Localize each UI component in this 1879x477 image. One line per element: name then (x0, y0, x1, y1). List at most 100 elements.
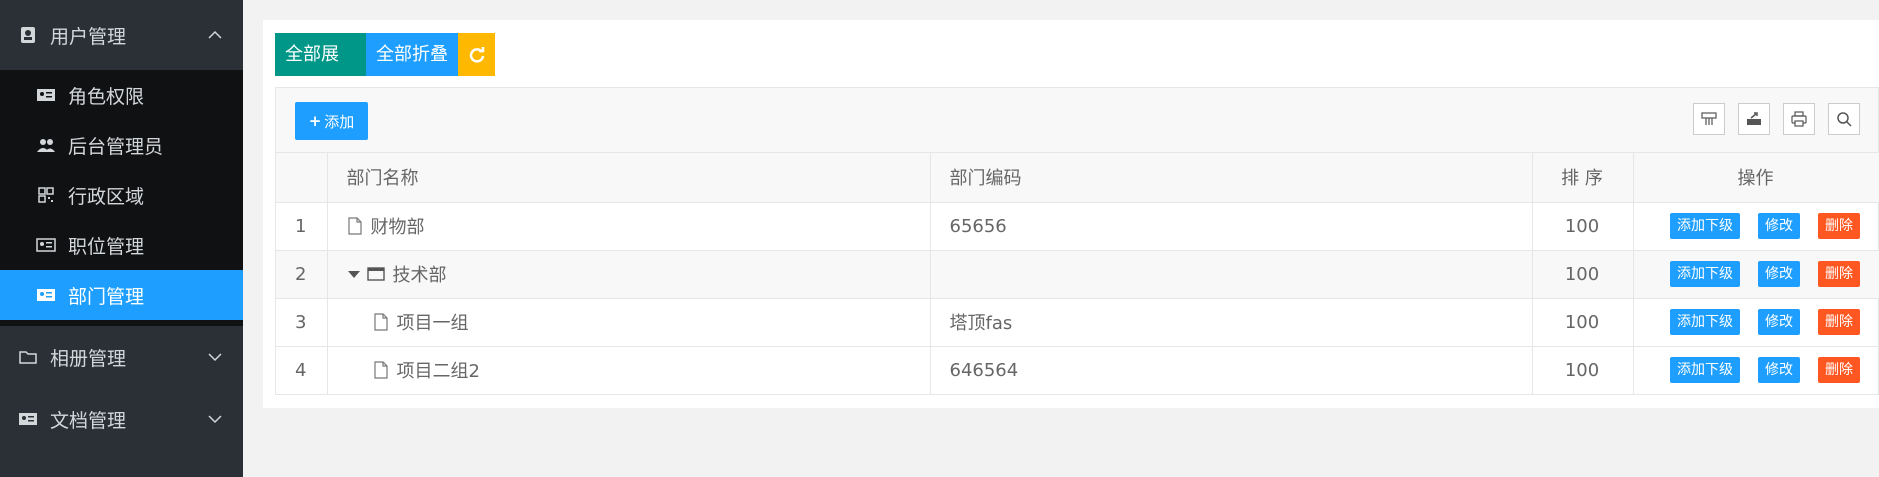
user-card-icon (21, 27, 35, 43)
add-child-button[interactable]: 添加下级 (1670, 213, 1740, 239)
actions-cell: 添加下级 修改 删除 (1633, 346, 1879, 395)
table-row[interactable]: 1 财物部 65656 100 添加下级 修改 删除 (276, 202, 1879, 251)
department-table: 部门名称 部门编码 排 序 操作 1 财物部 65656 100 添加下级 修改… (276, 153, 1879, 395)
department-name-cell: 财物部 (327, 202, 931, 251)
add-child-button[interactable]: 添加下级 (1670, 261, 1740, 287)
nav-group-documents[interactable]: 文档管理 (0, 388, 243, 450)
column-header-sort[interactable]: 排 序 (1532, 153, 1634, 203)
collapse-all-button[interactable]: 全部折叠 (366, 33, 458, 76)
columns-filter-button[interactable] (1693, 103, 1725, 135)
sidebar-item-positions[interactable]: 职位管理 (0, 220, 243, 270)
id-card-icon (19, 413, 37, 425)
department-sort: 100 (1532, 202, 1634, 251)
export-icon (1747, 112, 1761, 125)
main-panel: 全部展开 全部折叠 + 添加 (263, 20, 1879, 408)
id-card-icon (36, 238, 56, 252)
edit-button[interactable]: 修改 (1758, 213, 1800, 239)
add-button-label: 添加 (324, 112, 355, 131)
print-button[interactable] (1783, 103, 1815, 135)
department-name: 技术部 (392, 265, 447, 286)
index-header (276, 153, 328, 203)
nav-group-label: 相册管理 (50, 347, 127, 370)
print-icon (1791, 111, 1807, 127)
department-code: 646564 (930, 346, 1533, 395)
file-icon (373, 313, 388, 331)
row-index: 4 (276, 346, 328, 395)
department-code: 65656 (930, 202, 1533, 251)
row-index: 1 (276, 202, 328, 251)
department-table-container: + 添加 部门名称 部门编码 排 序 操作 1 财物部 65656 100 添加… (275, 87, 1879, 395)
table-row[interactable]: 2 技术部 100 添加下级 修改 删除 (276, 250, 1879, 299)
actions-cell: 添加下级 修改 删除 (1633, 202, 1879, 251)
edit-button[interactable]: 修改 (1758, 357, 1800, 383)
column-header-code[interactable]: 部门编码 (930, 153, 1533, 203)
columns-icon (1701, 112, 1717, 125)
table-row[interactable]: 4 项目二组2 646564 100 添加下级 修改 删除 (276, 346, 1879, 395)
tree-controls: 全部展开 全部折叠 (275, 33, 495, 108)
sidebar-item-regions[interactable]: 行政区域 (0, 170, 243, 220)
row-index: 2 (276, 250, 328, 299)
folder-icon (19, 351, 37, 364)
search-icon (1837, 112, 1852, 127)
sidebar-item-departments[interactable]: 部门管理 (0, 270, 243, 320)
table-toolbar: + 添加 (276, 88, 1878, 153)
department-name-cell: 技术部 (327, 250, 931, 299)
actions-cell: 添加下级 修改 删除 (1633, 298, 1879, 347)
table-row[interactable]: 3 项目一组 塔顶fas 100 添加下级 修改 删除 (276, 298, 1879, 347)
file-icon (347, 217, 362, 235)
department-sort: 100 (1532, 250, 1634, 299)
chevron-up-icon (208, 30, 222, 39)
actions-cell: 添加下级 修改 删除 (1633, 250, 1879, 299)
sidebar-item-label: 角色权限 (68, 85, 145, 108)
department-name: 财物部 (370, 217, 425, 238)
users-icon (37, 139, 55, 152)
department-code: 塔顶fas (930, 298, 1533, 347)
qrcode-icon (38, 187, 54, 203)
chevron-down-icon (208, 415, 222, 424)
submenu: 角色权限 后台管理员 行政区域 职位管理 部门管理 (0, 70, 243, 326)
nav-group-label: 文档管理 (50, 409, 127, 432)
edit-button[interactable]: 修改 (1758, 309, 1800, 335)
department-name: 项目二组2 (396, 361, 480, 382)
department-name-cell: 项目二组2 (327, 346, 931, 395)
department-name: 项目一组 (396, 313, 469, 334)
column-header-name[interactable]: 部门名称 (327, 153, 931, 203)
expand-all-button[interactable]: 全部展开 (275, 33, 366, 108)
delete-button[interactable]: 删除 (1818, 309, 1860, 335)
caret-down-icon[interactable] (347, 269, 361, 279)
department-code (930, 250, 1533, 299)
table-tools (1693, 103, 1860, 135)
id-card-icon (37, 289, 55, 301)
sidebar-item-label: 部门管理 (68, 285, 145, 308)
table-header-row: 部门名称 部门编码 排 序 操作 (276, 153, 1879, 203)
sidebar-item-label: 后台管理员 (68, 135, 164, 158)
refresh-icon (469, 46, 484, 63)
row-index: 3 (276, 298, 328, 347)
chevron-down-icon (208, 353, 222, 362)
search-button[interactable] (1828, 103, 1860, 135)
folder-open-icon (366, 267, 385, 281)
export-button[interactable] (1738, 103, 1770, 135)
delete-button[interactable]: 删除 (1818, 357, 1860, 383)
refresh-button[interactable] (458, 33, 495, 76)
sidebar-item-label: 职位管理 (68, 235, 145, 258)
department-name-cell: 项目一组 (327, 298, 931, 347)
sidebar-item-role-permissions[interactable]: 角色权限 (0, 70, 243, 120)
add-button[interactable]: + 添加 (295, 102, 368, 140)
plus-icon: + (308, 112, 322, 130)
department-sort: 100 (1532, 346, 1634, 395)
add-child-button[interactable]: 添加下级 (1670, 309, 1740, 335)
sidebar-item-admins[interactable]: 后台管理员 (0, 120, 243, 170)
add-child-button[interactable]: 添加下级 (1670, 357, 1740, 383)
edit-button[interactable]: 修改 (1758, 261, 1800, 287)
delete-button[interactable]: 删除 (1818, 261, 1860, 287)
nav-group-user-management[interactable]: 用户管理 (0, 0, 243, 70)
file-icon (373, 361, 388, 379)
sidebar: 用户管理 角色权限 后台管理员 行政区域 职位管理 部门管理 相册管理 文档管理 (0, 0, 243, 477)
nav-group-label: 用户管理 (50, 25, 127, 48)
nav-group-albums[interactable]: 相册管理 (0, 326, 243, 388)
delete-button[interactable]: 删除 (1818, 213, 1860, 239)
column-header-actions: 操作 (1633, 153, 1879, 203)
sidebar-item-label: 行政区域 (68, 185, 145, 208)
department-sort: 100 (1532, 298, 1634, 347)
